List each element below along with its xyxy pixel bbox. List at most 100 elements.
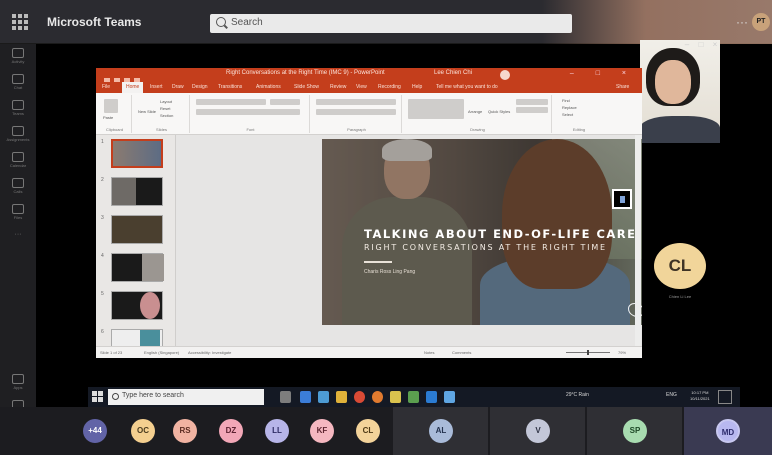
task-view-icon[interactable]	[280, 391, 291, 403]
ppt-user-name: Lee Chien Chi	[434, 70, 473, 76]
layout-button[interactable]: Layout	[160, 99, 172, 104]
participant-avatar[interactable]: KF	[310, 419, 334, 443]
close-button[interactable]: ×	[708, 40, 722, 49]
rail-assignments[interactable]: Assignments	[0, 126, 36, 148]
participant-avatar[interactable]: CL	[356, 419, 380, 443]
zoom-slider[interactable]	[566, 350, 610, 355]
tab-slide-show[interactable]: Slide Show	[294, 84, 319, 90]
find-button[interactable]: Find	[562, 98, 570, 103]
rail-more[interactable]: ···	[0, 230, 36, 252]
notes-button[interactable]: Notes	[424, 350, 434, 355]
participant-tile-v[interactable]: V	[489, 407, 585, 455]
search-input[interactable]: Search	[210, 14, 572, 33]
minimize-button[interactable]: –	[680, 40, 694, 49]
share-button[interactable]: Share	[616, 84, 629, 90]
current-slide[interactable]: TALKING ABOUT END-OF-LIFE CARE: RIGHT CO…	[322, 139, 642, 325]
word-icon[interactable]	[444, 391, 455, 403]
select-button[interactable]: Select	[562, 112, 573, 117]
participant-avatar[interactable]: LL	[265, 419, 289, 443]
profile-avatar[interactable]: PT	[752, 13, 770, 31]
ppt-title-bar: Right Conversations at the Right Time (I…	[96, 68, 642, 84]
tab-help[interactable]: Help	[412, 84, 422, 90]
sticky-notes-icon[interactable]	[390, 391, 401, 403]
participant-tile-al[interactable]: AL	[392, 407, 488, 455]
tab-insert[interactable]: Insert	[150, 84, 163, 90]
more-participants-badge[interactable]: +44	[83, 419, 107, 443]
slide-thumbnail[interactable]	[111, 139, 163, 168]
ribbon-group-font: Font	[192, 95, 310, 133]
notification-icon[interactable]	[718, 390, 732, 404]
ppt-document-title: Right Conversations at the Right Time (I…	[226, 70, 385, 76]
accessibility-status[interactable]: Accessibility: Investigate	[188, 350, 231, 355]
shared-powerpoint-window: Right Conversations at the Right Time (I…	[96, 68, 642, 358]
app-icon[interactable]	[408, 391, 419, 403]
teams-title-bar: Microsoft Teams Search ··· PT	[0, 0, 772, 44]
tab-design[interactable]: Design	[192, 84, 208, 90]
tab-draw[interactable]: Draw	[172, 84, 184, 90]
replace-button[interactable]: Replace	[562, 105, 577, 110]
vertical-scrollbar[interactable]	[635, 135, 641, 346]
tab-recording[interactable]: Recording	[378, 84, 401, 90]
taskbar-search-input[interactable]: Type here to search	[108, 389, 264, 405]
participant-avatar[interactable]: DZ	[219, 419, 243, 443]
slide-thumbnail[interactable]	[111, 253, 164, 282]
participant-avatar: AL	[429, 419, 453, 443]
taskbar-clock[interactable]: 10:17 PM 10/11/2021	[690, 390, 710, 402]
reset-button[interactable]: Reset	[160, 106, 170, 111]
participant-avatar[interactable]: OC	[131, 419, 155, 443]
participant-avatar-cl[interactable]: CL	[654, 243, 706, 289]
chrome-icon[interactable]	[354, 391, 365, 403]
more-options-button[interactable]: ···	[736, 15, 748, 29]
tab-review[interactable]: Review	[330, 84, 346, 90]
participant-tile-sp[interactable]: SP	[586, 407, 682, 455]
comments-button[interactable]: Comments	[452, 350, 471, 355]
tab-file[interactable]: File	[102, 84, 110, 90]
slide-subtitle: RIGHT CONVERSATIONS AT THE RIGHT TIME	[364, 243, 607, 252]
files-icon[interactable]	[336, 391, 347, 403]
bell-icon	[12, 48, 24, 58]
slide-thumbnail[interactable]	[111, 291, 163, 320]
rail-teams[interactable]: Teams	[0, 100, 36, 122]
rail-calls[interactable]: Calls	[0, 178, 36, 200]
tab-transitions[interactable]: Transitions	[218, 84, 242, 90]
app-launcher-icon[interactable]	[12, 14, 28, 30]
slide-thumbnail[interactable]	[111, 177, 163, 206]
ppt-window-controls[interactable]: – □ ×	[570, 70, 636, 77]
maximize-button[interactable]: □	[694, 40, 708, 49]
tab-home[interactable]: Home	[122, 82, 144, 93]
mail-icon[interactable]	[300, 391, 311, 403]
participant-avatar[interactable]: RS	[173, 419, 197, 443]
assignments-icon	[12, 126, 24, 136]
tell-me-search[interactable]: Tell me what you want to do	[436, 84, 498, 90]
slide-title: TALKING ABOUT END-OF-LIFE CARE:	[364, 227, 642, 241]
quick-styles-button[interactable]: Quick Styles	[488, 109, 510, 114]
rail-activity[interactable]: Activity	[0, 48, 36, 70]
quick-access-toolbar[interactable]	[104, 71, 144, 84]
arrange-button[interactable]: Arrange	[468, 109, 482, 114]
explorer-icon[interactable]	[318, 391, 329, 403]
slide-editor-canvas[interactable]: TALKING ABOUT END-OF-LIFE CARE: RIGHT CO…	[176, 135, 642, 346]
slide-thumbnail[interactable]	[111, 329, 163, 346]
language-status[interactable]: English (Singapore)	[144, 350, 179, 355]
rail-chat[interactable]: Chat	[0, 74, 36, 96]
language-indicator[interactable]: ENG	[666, 392, 677, 398]
edge-icon[interactable]	[426, 391, 437, 403]
weather-status[interactable]: 29°C Rain	[566, 392, 589, 398]
rail-calendar[interactable]: Calendar	[0, 152, 36, 174]
paste-button[interactable]: Paste	[103, 115, 113, 120]
slide-author: Charis Ross Ling Pang	[364, 269, 416, 275]
sharing-indicator-icon[interactable]	[612, 189, 632, 209]
tab-view[interactable]: View	[356, 84, 367, 90]
firefox-icon[interactable]	[372, 391, 383, 403]
self-video	[640, 40, 720, 143]
participant-tile-md[interactable]: MD	[683, 407, 772, 455]
zoom-level[interactable]: 79%	[618, 350, 626, 355]
rail-files[interactable]: Files	[0, 204, 36, 226]
new-slide-button[interactable]: New Slide	[138, 109, 156, 114]
rail-apps[interactable]: Apps	[0, 374, 36, 396]
tab-animations[interactable]: Animations	[256, 84, 281, 90]
section-button[interactable]: Section	[160, 113, 173, 118]
windows-start-icon[interactable]	[92, 391, 104, 403]
ppt-user-avatar[interactable]	[500, 70, 510, 80]
slide-thumbnail[interactable]	[111, 215, 163, 244]
